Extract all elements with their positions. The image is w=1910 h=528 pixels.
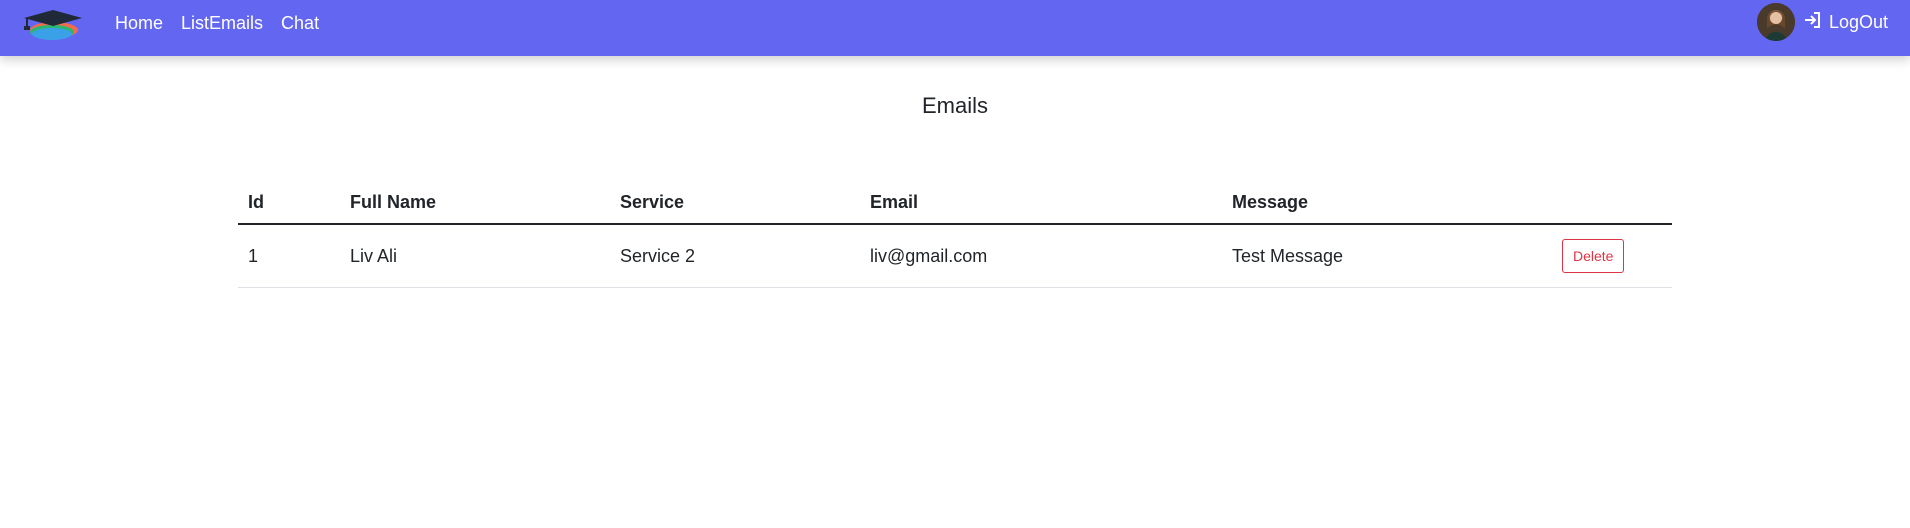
avatar[interactable]: [1756, 3, 1795, 41]
table-row: 1 Liv Ali Service 2 liv@gmail.com Test M…: [238, 224, 1672, 288]
table-header-row: Id Full Name Service Email Message: [238, 180, 1672, 225]
graduation-cap-icon[interactable]: [22, 4, 84, 42]
nav-link-home[interactable]: Home: [115, 13, 163, 34]
logout-label: LogOut: [1828, 11, 1888, 32]
cell-id: 1: [238, 224, 340, 288]
header-service: Service: [610, 180, 860, 225]
top-navbar: Home ListEmails Chat LogOut: [0, 0, 1910, 56]
login-arrow-icon: [1803, 10, 1823, 35]
header-id: Id: [238, 180, 340, 225]
page-title: Emails: [921, 93, 988, 118]
header-full-name: Full Name: [340, 180, 610, 225]
user-area: LogOut: [1756, 2, 1888, 42]
cell-message: Test Message: [1222, 224, 1552, 288]
nav-link-listemails[interactable]: ListEmails: [181, 13, 263, 34]
header-email: Email: [860, 180, 1222, 225]
cell-full-name: Liv Ali: [340, 224, 610, 288]
logout-button[interactable]: LogOut: [1803, 10, 1888, 35]
main-nav: Home ListEmails Chat: [115, 0, 319, 46]
header-message: Message: [1222, 180, 1552, 225]
emails-table: Id Full Name Service Email Message 1 Liv…: [238, 180, 1672, 288]
delete-button[interactable]: Delete: [1562, 239, 1625, 273]
header-actions: [1552, 180, 1672, 225]
cell-email: liv@gmail.com: [860, 224, 1222, 288]
cell-service: Service 2: [610, 224, 860, 288]
cell-actions: Delete: [1552, 224, 1672, 288]
nav-link-chat[interactable]: Chat: [281, 13, 319, 34]
